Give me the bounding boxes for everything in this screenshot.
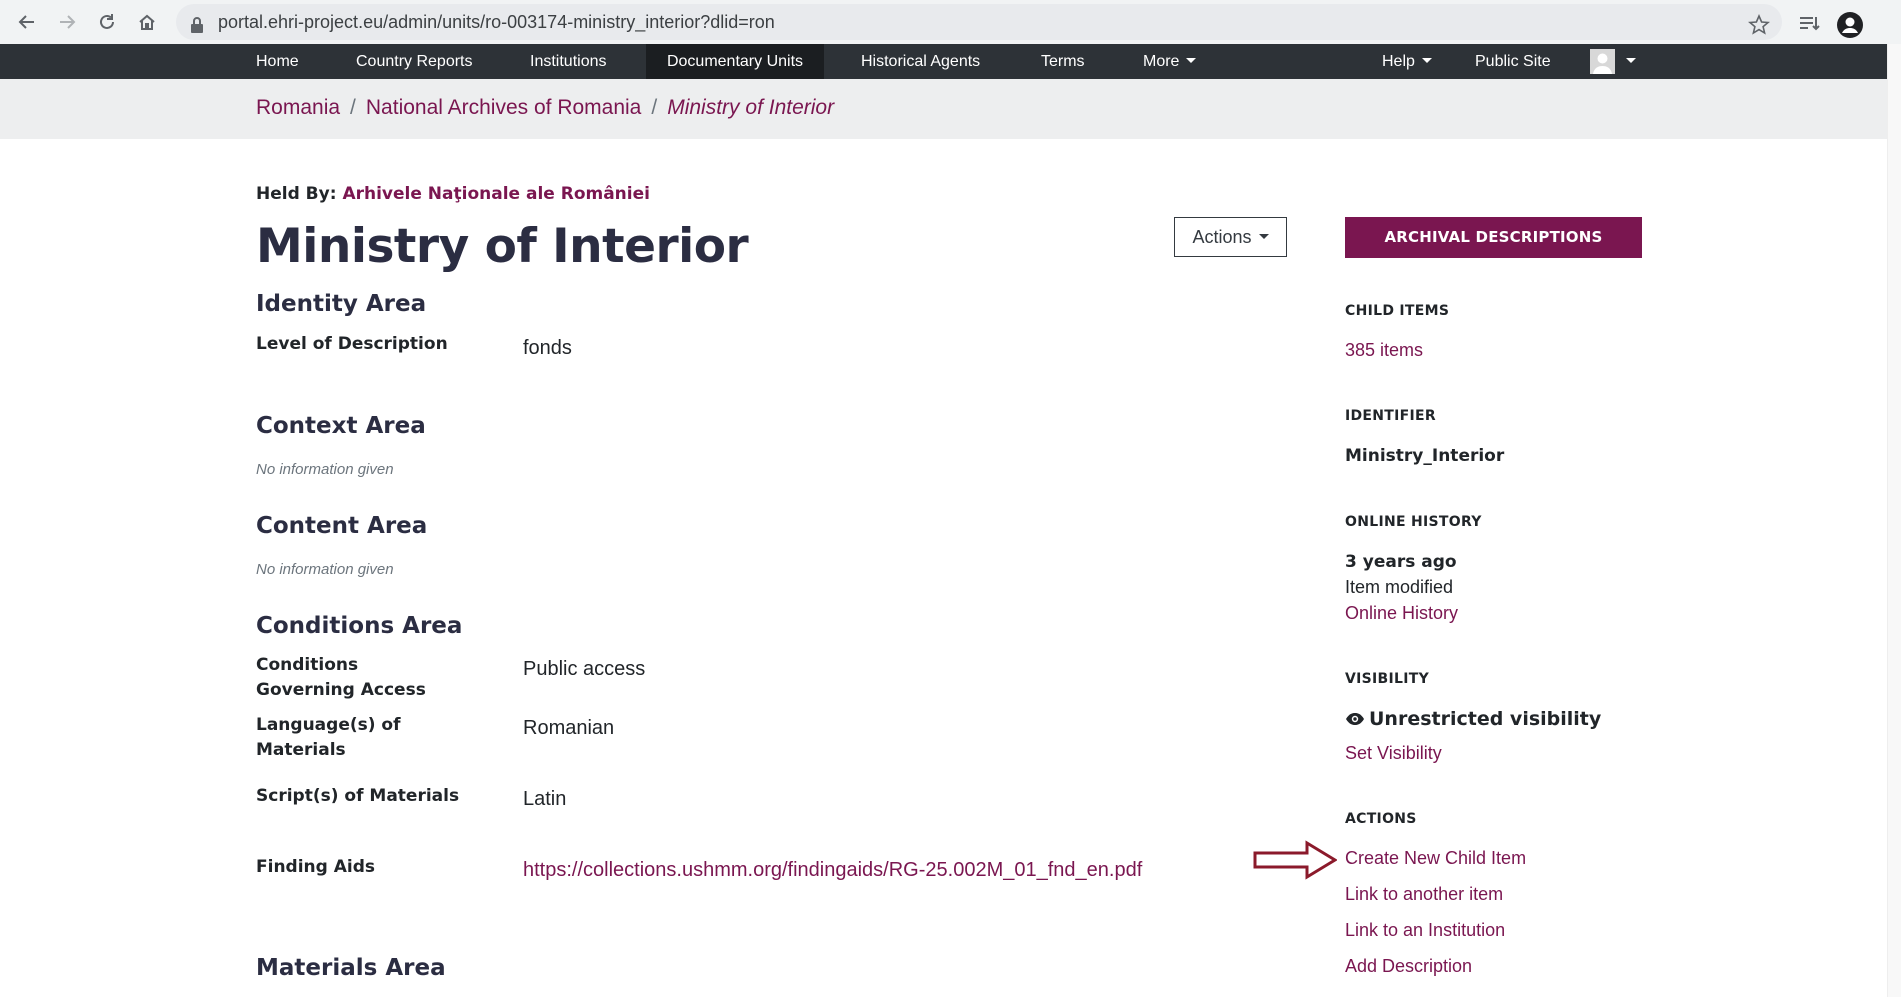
field-value-conditions-access: Public access bbox=[523, 658, 646, 680]
context-area-heading: Context Area bbox=[256, 413, 426, 439]
caret-down-icon bbox=[1186, 57, 1197, 63]
content-area-heading: Content Area bbox=[256, 513, 428, 539]
caret-down-icon bbox=[1258, 234, 1269, 240]
field-value-finding-aids: https://collections.ushmm.org/findingaid… bbox=[523, 859, 1142, 882]
history-when: 3 years ago bbox=[1345, 552, 1457, 572]
create-new-child-item-link[interactable]: Create New Child Item bbox=[1345, 848, 1526, 869]
visibility-value: Unrestricted visibility bbox=[1345, 708, 1601, 731]
field-label-level-of-description: Level of Description bbox=[256, 334, 448, 354]
page-scrollbar[interactable] bbox=[1887, 44, 1901, 997]
held-by-link[interactable]: Arhivele Naţionale ale României bbox=[342, 184, 650, 204]
profile-icon[interactable] bbox=[1836, 8, 1864, 42]
archival-descriptions-button[interactable]: ARCHIVAL DESCRIPTIONS bbox=[1345, 217, 1642, 258]
page-title: Ministry of Interior bbox=[256, 219, 749, 274]
link-to-another-item-link[interactable]: Link to another item bbox=[1345, 884, 1503, 905]
content-no-info: No information given bbox=[256, 561, 394, 578]
nav-more-label: More bbox=[1143, 53, 1180, 70]
context-no-info: No information given bbox=[256, 461, 394, 478]
online-history-link[interactable]: Online History bbox=[1345, 603, 1458, 624]
identifier-heading: IDENTIFIER bbox=[1345, 408, 1436, 424]
field-value-level-of-description: fonds bbox=[523, 337, 572, 359]
annotation-arrow-icon bbox=[1253, 840, 1338, 885]
nav-terms[interactable]: Terms bbox=[1027, 44, 1099, 79]
breadcrumb-current: Ministry of Interior bbox=[667, 96, 835, 119]
breadcrumb-separator: / bbox=[651, 96, 658, 119]
field-value-scripts: Latin bbox=[523, 788, 567, 810]
eye-icon bbox=[1345, 709, 1365, 731]
online-history-heading: ONLINE HISTORY bbox=[1345, 514, 1482, 530]
breadcrumb: Romania / National Archives of Romania / Min… bbox=[256, 96, 834, 120]
held-by-label: Held By: bbox=[256, 184, 337, 204]
nav-country-reports[interactable]: Country Reports bbox=[342, 44, 487, 79]
nav-more-dropdown[interactable]: More bbox=[1129, 44, 1210, 79]
reading-list-icon[interactable] bbox=[1796, 8, 1822, 40]
nav-institutions[interactable]: Institutions bbox=[516, 44, 620, 79]
actions-heading: ACTIONS bbox=[1345, 811, 1417, 827]
nav-documentary-units[interactable]: Documentary Units bbox=[646, 44, 824, 79]
add-description-link[interactable]: Add Description bbox=[1345, 956, 1472, 977]
lock-icon bbox=[190, 13, 204, 37]
nav-help-dropdown[interactable]: Help bbox=[1368, 44, 1446, 79]
materials-area-heading: Materials Area bbox=[256, 955, 446, 981]
forward-arrow-icon[interactable] bbox=[54, 9, 80, 35]
nav-home[interactable]: Home bbox=[242, 44, 313, 79]
breadcrumb-romania[interactable]: Romania bbox=[256, 96, 340, 119]
link-to-institution-link[interactable]: Link to an Institution bbox=[1345, 920, 1505, 941]
field-label-languages: Language(s) of Materials bbox=[256, 715, 401, 760]
back-arrow-icon[interactable] bbox=[14, 9, 40, 35]
field-label-finding-aids: Finding Aids bbox=[256, 857, 375, 877]
nav-historical-agents[interactable]: Historical Agents bbox=[847, 44, 994, 79]
visibility-heading: VISIBILITY bbox=[1345, 671, 1430, 687]
identifier-value: Ministry_Interior bbox=[1345, 446, 1505, 466]
held-by: Held By: Arhivele Naţionale ale României bbox=[256, 184, 650, 204]
set-visibility-link[interactable]: Set Visibility bbox=[1345, 743, 1442, 764]
field-value-languages: Romanian bbox=[523, 717, 615, 739]
child-items-heading: CHILD ITEMS bbox=[1345, 303, 1450, 319]
breadcrumb-national-archives[interactable]: National Archives of Romania bbox=[366, 96, 641, 119]
caret-down-icon bbox=[1626, 57, 1636, 63]
finding-aids-link[interactable]: https://collections.ushmm.org/findingaid… bbox=[523, 859, 1142, 881]
actions-button-label: Actions bbox=[1192, 227, 1252, 247]
reload-icon[interactable] bbox=[94, 9, 120, 35]
history-what: Item modified bbox=[1345, 577, 1454, 597]
main-navbar: Home Country Reports Institutions Docume… bbox=[0, 44, 1901, 79]
home-icon[interactable] bbox=[134, 9, 160, 35]
user-avatar[interactable] bbox=[1590, 49, 1615, 74]
bookmark-star-icon[interactable] bbox=[1748, 11, 1770, 39]
url-text: portal.ehri-project.eu/admin/units/ro-00… bbox=[218, 12, 775, 32]
conditions-area-heading: Conditions Area bbox=[256, 613, 463, 639]
browser-toolbar: portal.ehri-project.eu/admin/units/ro-00… bbox=[0, 0, 1901, 44]
caret-down-icon bbox=[1421, 57, 1432, 63]
breadcrumb-bar: Romania / National Archives of Romania / Min… bbox=[0, 79, 1901, 139]
user-menu-dropdown[interactable] bbox=[1620, 44, 1642, 79]
nav-help-label: Help bbox=[1382, 53, 1415, 70]
child-items-link[interactable]: 385 items bbox=[1345, 340, 1423, 361]
visibility-text: Unrestricted visibility bbox=[1369, 708, 1602, 730]
breadcrumb-separator: / bbox=[350, 96, 356, 119]
identity-area-heading: Identity Area bbox=[256, 291, 427, 317]
actions-dropdown-button[interactable]: Actions bbox=[1174, 217, 1287, 257]
address-bar[interactable]: portal.ehri-project.eu/admin/units/ro-00… bbox=[176, 4, 1782, 40]
nav-public-site[interactable]: Public Site bbox=[1461, 44, 1565, 79]
field-label-conditions-access: Conditions Governing Access bbox=[256, 655, 426, 700]
field-label-scripts: Script(s) of Materials bbox=[256, 786, 460, 806]
